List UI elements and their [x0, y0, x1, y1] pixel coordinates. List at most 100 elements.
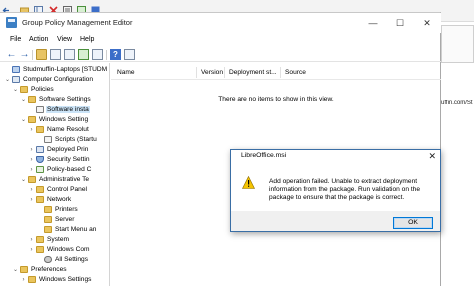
empty-list-message: There are no items to show in this view.	[218, 96, 334, 103]
tree-item[interactable]: ⌄ Policies	[12, 85, 55, 95]
tree-item[interactable]: › Deployed Prin	[28, 145, 89, 155]
show-hide-tree-icon[interactable]	[50, 49, 61, 60]
up-folder-icon[interactable]	[36, 49, 47, 60]
collapse-chevron-icon[interactable]: ⌄	[12, 265, 19, 275]
menu-help[interactable]: Help	[80, 36, 94, 43]
tree-item[interactable]: ⌄ Preferences	[12, 265, 68, 275]
minimize-button[interactable]: —	[366, 16, 380, 30]
tree-item-label: Windows Com	[47, 246, 90, 253]
tree-item-label: Security Settin	[47, 156, 90, 163]
tree-item[interactable]: › System	[28, 235, 70, 245]
software-install-icon	[36, 106, 44, 113]
folder-icon	[28, 96, 36, 103]
tree-item[interactable]: Scripts (Startu	[36, 135, 98, 145]
collapse-chevron-icon[interactable]: ⌄	[20, 95, 27, 105]
background-panel	[441, 25, 474, 63]
expand-chevron-icon[interactable]: ›	[28, 145, 35, 155]
header-divider	[111, 79, 441, 80]
tree-item[interactable]: Software insta	[28, 105, 90, 115]
maximize-button[interactable]: ☐	[393, 16, 407, 30]
folder-icon	[28, 276, 36, 283]
warning-icon	[242, 176, 255, 189]
scripts-icon	[44, 136, 52, 143]
expand-chevron-icon[interactable]: ›	[28, 185, 35, 195]
collapse-chevron-icon[interactable]: ⌄	[20, 175, 27, 185]
window-title: Group Policy Management Editor	[22, 18, 133, 27]
background-url-text: uffin.com/St	[441, 100, 473, 106]
forward-icon[interactable]: →	[19, 49, 30, 60]
tree-item-label: Network	[47, 196, 72, 203]
menu-action[interactable]: Action	[29, 36, 48, 43]
refresh-icon[interactable]	[78, 49, 89, 60]
toolbar-separator	[106, 50, 107, 60]
expand-chevron-icon[interactable]: ›	[20, 275, 27, 285]
tree-item[interactable]: Printers	[36, 205, 79, 215]
toolbar: ← → ?	[0, 47, 441, 62]
error-dialog: LibreOffice.msi ✕ Add operation failed. …	[230, 149, 441, 232]
tree-item[interactable]: › Security Settin	[28, 155, 91, 165]
folder-icon	[28, 176, 36, 183]
tree-item-label: Administrative Te	[39, 176, 90, 183]
dialog-title-bar[interactable]: LibreOffice.msi ✕	[231, 150, 440, 162]
folder-icon	[44, 216, 52, 223]
column-header-name[interactable]: Name	[111, 67, 197, 78]
collapse-chevron-icon[interactable]: ⌄	[20, 115, 27, 125]
back-icon[interactable]: ←	[6, 49, 17, 60]
tree-item-label: All Settings	[55, 256, 88, 263]
dialog-title: LibreOffice.msi	[241, 152, 287, 159]
all-settings-icon	[44, 256, 52, 263]
tree-item-label: Policies	[31, 86, 54, 93]
tree-item-label: Scripts (Startu	[55, 136, 97, 143]
folder-icon	[36, 186, 44, 193]
policy-icon	[12, 66, 20, 73]
tree-item[interactable]: › Name Resolut	[28, 125, 90, 135]
tree-item[interactable]: › Windows Com	[28, 245, 91, 255]
column-header-version[interactable]: Version	[197, 67, 225, 78]
expand-chevron-icon[interactable]: ›	[28, 195, 35, 205]
console-tree[interactable]: Studmuffin-Laptops [STUDM ⌄ Computer Confi…	[0, 63, 110, 286]
folder-icon	[28, 116, 36, 123]
folder-icon	[20, 86, 28, 93]
menu-view[interactable]: View	[57, 36, 72, 43]
tree-item[interactable]: ⌄ Windows Setting	[20, 115, 89, 125]
column-header-deployment-state[interactable]: Deployment st...	[225, 67, 281, 78]
tree-item-label: Studmuffin-Laptops [STUDM	[23, 66, 108, 73]
collapse-chevron-icon[interactable]: ⌄	[4, 75, 11, 85]
expand-chevron-icon[interactable]: ›	[28, 235, 35, 245]
tree-item[interactable]: › Control Panel	[28, 185, 88, 195]
title-bar[interactable]: Group Policy Management Editor — ☐ ✕	[0, 13, 441, 33]
tree-item[interactable]: All Settings	[36, 255, 89, 265]
dialog-body: Add operation failed. Unable to extract …	[231, 162, 440, 211]
collapse-chevron-icon[interactable]: ⌄	[12, 85, 19, 95]
dialog-close-button[interactable]: ✕	[428, 150, 436, 162]
tree-item[interactable]: ⌄ Administrative Te	[20, 175, 90, 185]
expand-chevron-icon[interactable]: ›	[28, 245, 35, 255]
tree-item[interactable]: ⌄ Computer Configuration	[4, 75, 94, 85]
tree-item[interactable]: › Policy-based C	[28, 165, 92, 175]
tree-item[interactable]: › Windows Settings	[20, 275, 92, 285]
column-header-source[interactable]: Source	[281, 67, 441, 78]
computer-icon	[12, 76, 20, 83]
folder-icon	[36, 126, 44, 133]
close-button[interactable]: ✕	[420, 16, 434, 30]
expand-chevron-icon[interactable]: ›	[28, 125, 35, 135]
tree-item-label: Preferences	[31, 266, 67, 273]
export-list-icon[interactable]	[92, 49, 103, 60]
help-icon[interactable]: ?	[110, 49, 121, 60]
expand-chevron-icon[interactable]: ›	[28, 165, 35, 175]
tree-item[interactable]: Server	[36, 215, 75, 225]
tree-item-label: Windows Settings	[39, 276, 92, 283]
tree-item[interactable]: › Network	[28, 195, 72, 205]
folder-icon	[44, 226, 52, 233]
tree-item-label: Printers	[55, 206, 78, 213]
action-pane-icon[interactable]	[124, 49, 135, 60]
folder-icon	[36, 236, 44, 243]
tree-item[interactable]: Studmuffin-Laptops [STUDM	[4, 65, 108, 75]
ok-button[interactable]: OK	[393, 217, 433, 229]
expand-chevron-icon[interactable]: ›	[28, 155, 35, 165]
tree-item-label: Software Settings	[39, 96, 91, 103]
tree-item[interactable]: Start Menu an	[36, 225, 97, 235]
list-view-icon[interactable]	[64, 49, 75, 60]
menu-file[interactable]: File	[10, 36, 21, 43]
tree-item[interactable]: ⌄ Software Settings	[20, 95, 92, 105]
